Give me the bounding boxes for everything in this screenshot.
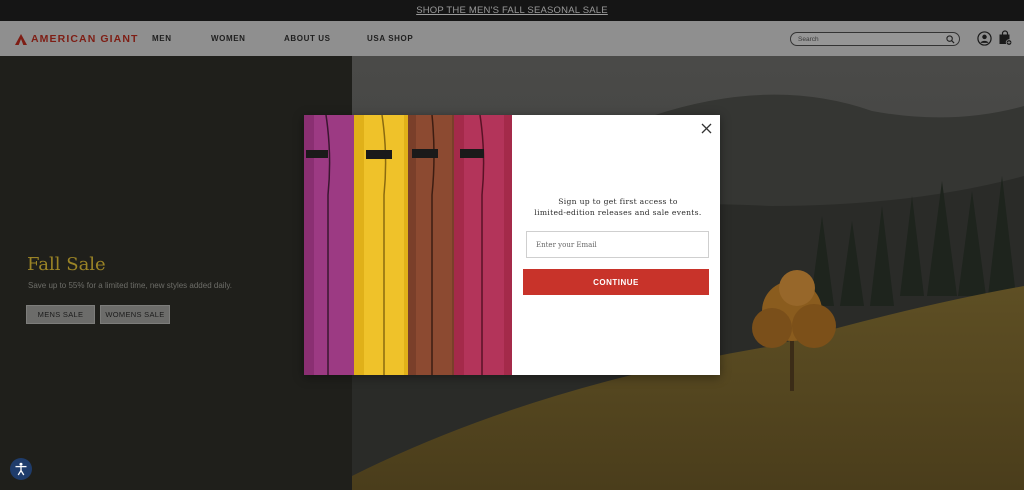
nav-usa-shop[interactable]: USA SHOP xyxy=(367,34,413,43)
announcement-bar: SHOP THE MEN'S FALL SEASONAL SALE xyxy=(0,0,1024,21)
email-field-wrapper xyxy=(526,231,709,258)
modal-heading: Sign up to get first access to limited-e… xyxy=(522,196,714,218)
site-header: AMERICAN GIANT MEN WOMEN ABOUT US USA SH… xyxy=(0,21,1024,56)
triangle-logo-icon xyxy=(15,33,27,45)
email-field[interactable] xyxy=(527,232,708,257)
accessibility-button[interactable] xyxy=(10,458,32,480)
womens-sale-button[interactable]: WOMENS SALE xyxy=(100,305,170,324)
search-input[interactable] xyxy=(798,34,938,45)
close-icon[interactable] xyxy=(701,123,712,134)
search-box xyxy=(790,32,960,46)
nav-about-us[interactable]: ABOUT US xyxy=(284,34,331,43)
nav-women[interactable]: WOMEN xyxy=(211,34,246,43)
logo[interactable]: AMERICAN GIANT xyxy=(15,33,139,45)
modal-heading-line-2: limited-edition releases and sale events… xyxy=(534,208,702,217)
announcement-link[interactable]: SHOP THE MEN'S FALL SEASONAL SALE xyxy=(416,5,608,16)
signup-modal: Sign up to get first access to limited-e… xyxy=(304,115,720,375)
search-icon[interactable] xyxy=(946,35,955,44)
accessibility-icon xyxy=(15,462,27,476)
hero-title: Fall Sale xyxy=(27,254,106,275)
hoodies-image xyxy=(304,115,512,375)
continue-button[interactable]: CONTINUE xyxy=(523,269,709,295)
hero-subtitle: Save up to 55% for a limited time, new s… xyxy=(28,281,232,290)
page: SHOP THE MEN'S FALL SEASONAL SALE AMERIC… xyxy=(0,0,1024,490)
shopping-bag-icon[interactable] xyxy=(998,30,1012,46)
account-icon[interactable] xyxy=(977,31,992,46)
modal-heading-line-1: Sign up to get first access to xyxy=(558,197,678,206)
logo-text: AMERICAN GIANT xyxy=(31,33,139,45)
mens-sale-button[interactable]: MENS SALE xyxy=(26,305,95,324)
nav-men[interactable]: MEN xyxy=(152,34,172,43)
